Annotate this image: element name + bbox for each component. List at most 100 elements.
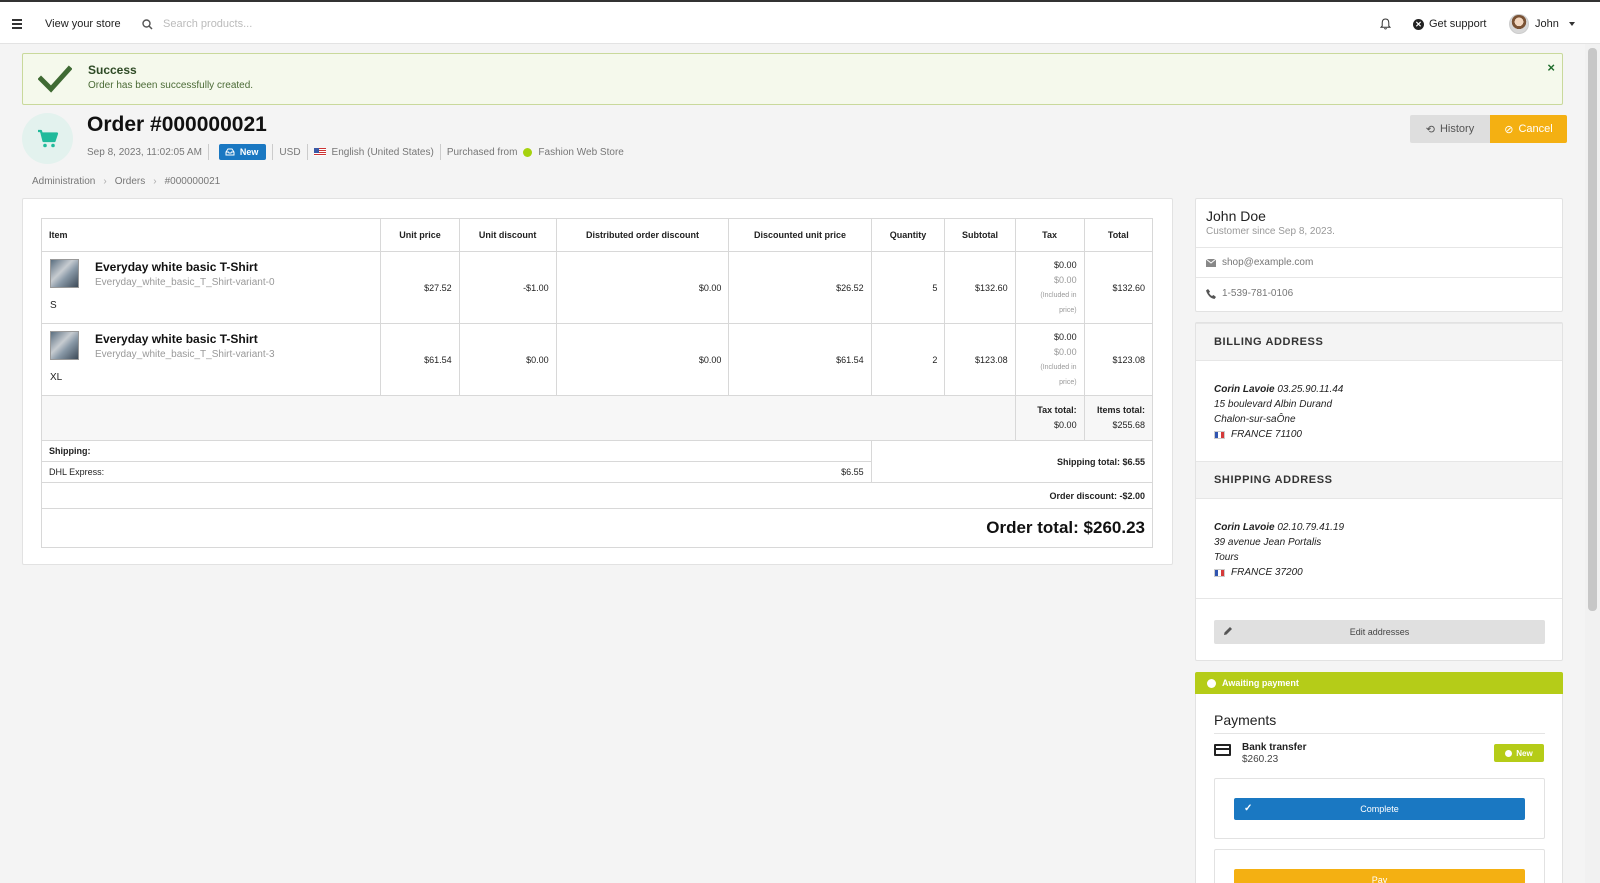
chevron-down-icon (1568, 22, 1575, 26)
shipping-phone: 02.10.79.41.19 (1277, 522, 1345, 533)
breadcrumb-administration[interactable]: Administration (32, 176, 95, 187)
header-actions: ⟲ History ⊘ Cancel (1410, 115, 1567, 143)
tax-included: $0.00 (1054, 274, 1077, 285)
customer-name[interactable]: John Doe (1206, 208, 1266, 224)
shipping-label: Shipping: (41, 440, 872, 462)
product-size: XL (50, 372, 63, 383)
subtotal: $123.08 (944, 323, 1016, 396)
user-name: John (1535, 18, 1559, 30)
locale: English (United States) (331, 146, 434, 158)
tax-total-cell: Tax total: $0.00 (1014, 395, 1085, 441)
check-icon: ✓ (1244, 803, 1253, 814)
billing-country: FRANCE 71100 (1231, 429, 1302, 440)
payment-amount: $260.23 (1242, 754, 1279, 765)
page-title: Order #000000021 (87, 113, 267, 136)
order-total-cell: Order total: $260.23 (41, 508, 1153, 548)
pencil-icon (1224, 627, 1232, 635)
table-row: Everyday white basic T-Shirt Everyday_wh… (40, 323, 1154, 396)
items-total: $255.68 (1112, 420, 1145, 430)
alert-title: Success (88, 63, 137, 77)
billing-address-heading: BILLING ADDRESS (1196, 323, 1562, 361)
payment-method: Bank transfer (1242, 742, 1307, 753)
column-header: Subtotal (944, 218, 1016, 252)
user-menu[interactable]: John (1509, 2, 1575, 46)
clock-icon (1207, 678, 1216, 688)
view-store-link[interactable]: View your store (45, 2, 121, 46)
customer-panel: John Doe Customer since Sep 8, 2023. sho… (1195, 198, 1563, 312)
shipping-method: DHL Express: (49, 467, 105, 477)
search-input[interactable] (163, 14, 423, 34)
payment-state-bar: Awaiting payment (1195, 672, 1563, 694)
column-header: Total (1083, 218, 1154, 252)
history-button[interactable]: ⟲ History (1410, 115, 1490, 143)
discounted-unit-price: $26.52 (728, 251, 872, 324)
shipping-address: Corin Lavoie 02.10.79.41.19 39 avenue Je… (1214, 520, 1344, 580)
divider (1214, 733, 1545, 734)
breadcrumb-current: #000000021 (164, 176, 221, 187)
distributed-discount: $0.00 (555, 251, 730, 324)
row-total: $123.08 (1083, 323, 1154, 396)
support-label: Get support (1429, 18, 1487, 30)
column-header: Distributed order discount (555, 218, 730, 252)
chevron-right-icon: › (153, 176, 157, 187)
billing-phone: 03.25.90.11.44 (1277, 384, 1344, 395)
tax-total: $0.00 (1054, 420, 1077, 430)
customer-email-row: shop@example.com (1206, 257, 1313, 268)
column-header: Unit price (380, 218, 460, 252)
shipping-total-text: Shipping total: $6.55 (1056, 456, 1145, 467)
shipping-country: FRANCE 37200 (1231, 567, 1303, 578)
shipping-street: 39 avenue Jean Portalis (1214, 537, 1322, 548)
status-badge: New (218, 144, 267, 160)
order-total-row: Order total: $260.23 (41, 508, 1153, 548)
france-flag-icon (1214, 568, 1225, 577)
quantity: 2 (870, 323, 946, 396)
cart-icon (22, 113, 73, 164)
unit-discount: -$1.00 (458, 251, 557, 324)
pay-button[interactable]: Pay (1234, 869, 1525, 883)
scrollbar[interactable] (1585, 44, 1600, 883)
quantity: 5 (870, 251, 946, 324)
breadcrumb-orders[interactable]: Orders (115, 176, 146, 187)
order-items-table: Item Unit price Unit discount Distribute… (40, 218, 1154, 548)
addresses-panel: BILLING ADDRESS Corin Lavoie 03.25.90.11… (1195, 322, 1563, 661)
checkmark-icon (38, 65, 72, 93)
tax-note: price) (1059, 306, 1077, 314)
customer-phone-row: 1-539-781-0106 (1206, 288, 1293, 299)
tax-included: $0.00 (1054, 346, 1077, 357)
pay-box: Pay (1214, 849, 1545, 883)
table-row: Everyday white basic T-Shirt Everyday_wh… (40, 251, 1154, 324)
bell-icon[interactable] (1380, 2, 1391, 46)
payment-status-badge: New (1494, 744, 1544, 762)
chevron-right-icon: › (103, 176, 107, 187)
column-header: Tax (1014, 218, 1085, 252)
scrollbar-thumb[interactable] (1588, 48, 1597, 611)
customer-email[interactable]: shop@example.com (1222, 257, 1313, 268)
get-support-button[interactable]: ✕ Get support (1413, 2, 1486, 46)
row-total: $132.60 (1083, 251, 1154, 324)
envelope-icon (1206, 258, 1216, 267)
purchased-from-label: Purchased from (446, 146, 518, 158)
history-label: History (1439, 123, 1475, 135)
unit-discount: $0.00 (458, 323, 557, 396)
avatar (1509, 14, 1529, 34)
complete-button[interactable]: ✓ Complete (1234, 798, 1525, 820)
customer-phone: 1-539-781-0106 (1222, 288, 1294, 299)
tax-note: (Included in (1040, 363, 1077, 371)
divider (1196, 277, 1562, 278)
billing-street: 15 boulevard Albin Durand (1214, 399, 1333, 410)
close-icon[interactable]: × (1547, 60, 1555, 75)
billing-country-row: FRANCE 71100 (1214, 427, 1343, 442)
edit-addresses-button[interactable]: Edit addresses (1214, 620, 1545, 644)
menu-icon[interactable] (11, 2, 23, 46)
billing-name: Corin Lavoie (1214, 384, 1275, 395)
us-flag-icon (313, 148, 326, 156)
payments-panel: Payments Bank transfer $260.23 New ✓ Com… (1195, 694, 1563, 883)
product-size: S (50, 300, 57, 311)
channel-color-dot (523, 147, 533, 157)
credit-card-icon (1214, 744, 1231, 756)
order-items-panel: Item Unit price Unit discount Distribute… (22, 198, 1173, 565)
cancel-button[interactable]: ⊘ Cancel (1490, 115, 1567, 143)
order-date: Sep 8, 2023, 11:02:05 AM (87, 146, 202, 158)
product-name: Everyday white basic T-Shirt (95, 260, 258, 274)
ban-icon: ⊘ (1504, 123, 1514, 136)
